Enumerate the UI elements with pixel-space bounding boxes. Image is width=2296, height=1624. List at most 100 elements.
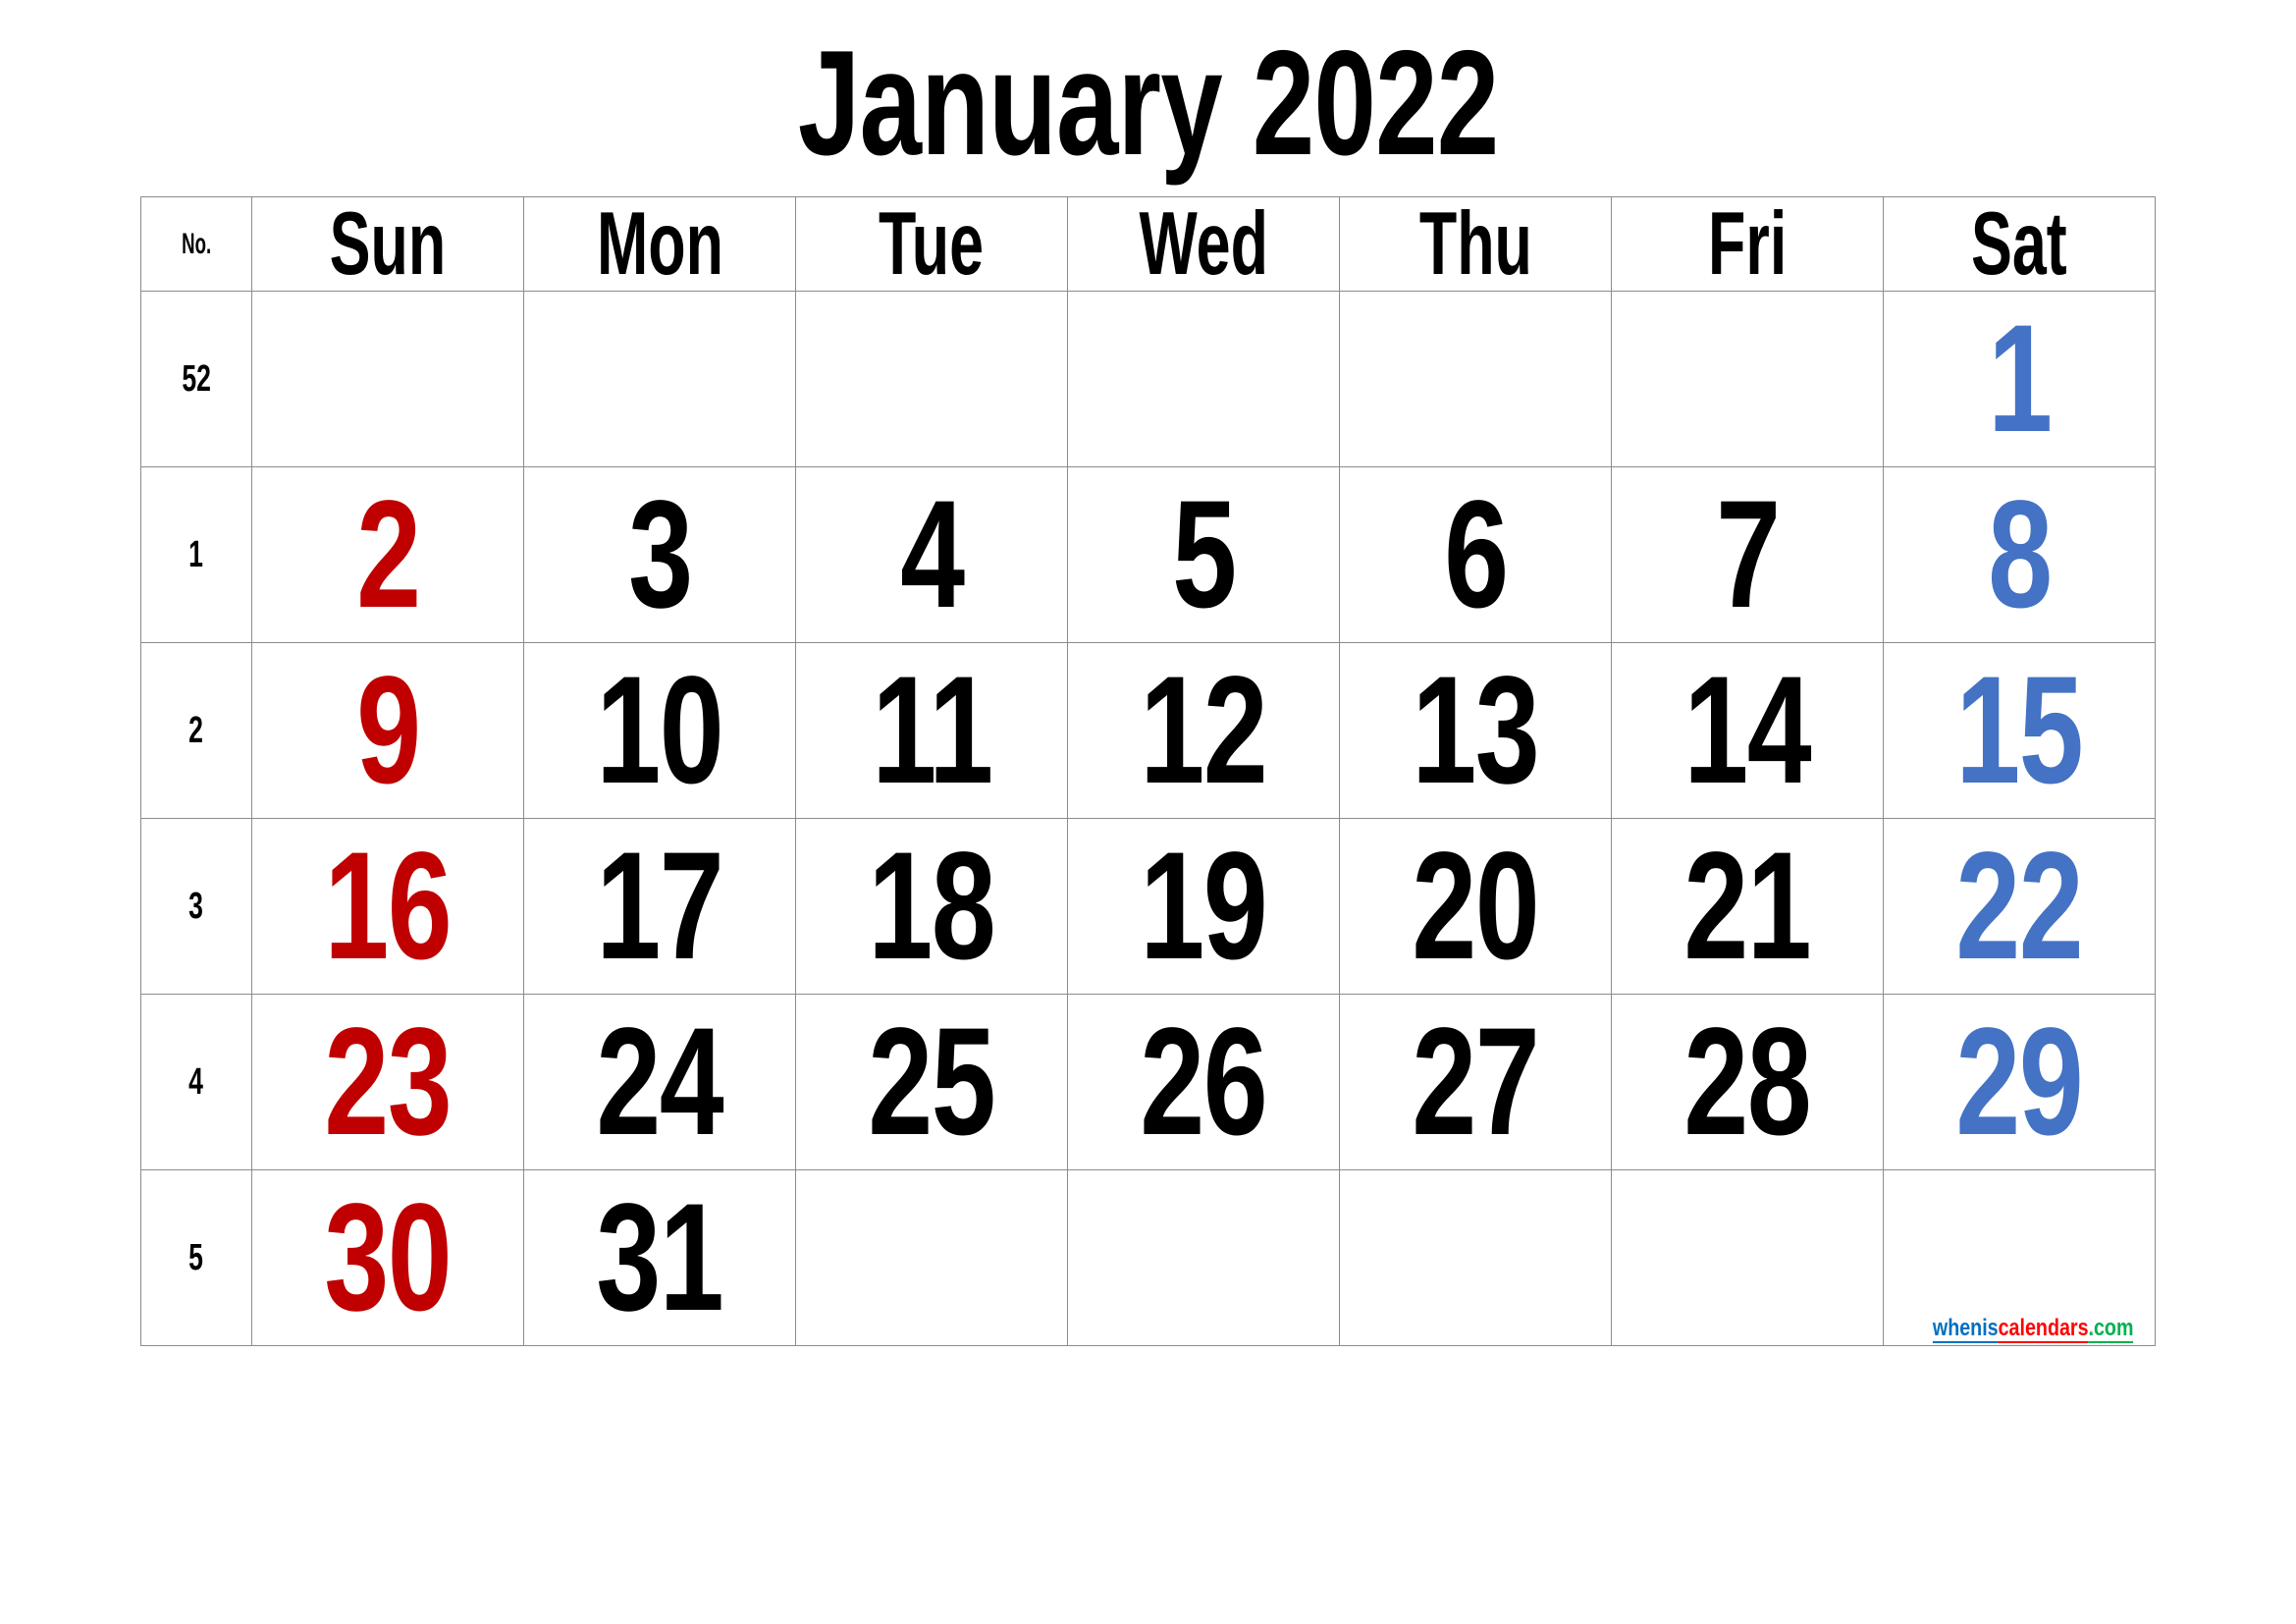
day-header-wed: Wed xyxy=(1067,196,1340,292)
day-number: 24 xyxy=(596,997,724,1167)
day-cell xyxy=(523,291,796,467)
day-cell: 14 xyxy=(1611,642,1884,819)
week-number-cell: 5 xyxy=(140,1169,252,1346)
day-cell: 31 xyxy=(523,1169,796,1346)
day-number: 25 xyxy=(868,997,996,1167)
calendar-title: January 2022 xyxy=(0,20,2296,187)
day-number: 21 xyxy=(1683,821,1812,992)
watermark-part-whenis: whenis xyxy=(1932,1315,1999,1343)
day-number: 19 xyxy=(1140,821,1268,992)
day-number: 28 xyxy=(1683,997,1812,1167)
week-number-cell: 4 xyxy=(140,994,252,1170)
day-cell xyxy=(251,291,524,467)
day-cell: 21 xyxy=(1611,818,1884,995)
week-row: 52 1 xyxy=(140,291,2156,467)
day-number: 23 xyxy=(324,997,453,1167)
day-number: 7 xyxy=(1715,469,1781,640)
day-cell: 2 xyxy=(251,466,524,643)
week-row: 1 2 3 4 5 6 7 8 xyxy=(140,466,2156,643)
day-number: 26 xyxy=(1140,997,1268,1167)
day-number: 15 xyxy=(1955,645,2084,816)
day-cell: 28 xyxy=(1611,994,1884,1170)
day-cell: wheniscalendars.com xyxy=(1883,1169,2156,1346)
day-number: 31 xyxy=(596,1172,724,1343)
day-cell xyxy=(1611,291,1884,467)
day-header-sun: Sun xyxy=(251,196,524,292)
day-number: 11 xyxy=(871,645,993,816)
weekday-header-row: No. Sun Mon Tue Wed Thu Fri Sat xyxy=(140,196,2156,292)
day-header-thu: Thu xyxy=(1339,196,1612,292)
day-cell: 27 xyxy=(1339,994,1612,1170)
day-cell: 10 xyxy=(523,642,796,819)
watermark-link[interactable]: wheniscalendars.com xyxy=(1932,1317,2133,1343)
day-cell: 29 xyxy=(1883,994,2156,1170)
day-cell: 17 xyxy=(523,818,796,995)
day-number: 13 xyxy=(1412,645,1540,816)
week-row: 5 30 31 wheniscalendars.com xyxy=(140,1169,2156,1346)
week-number-header-label: No. xyxy=(182,227,211,260)
day-number: 6 xyxy=(1443,469,1509,640)
week-number: 3 xyxy=(188,886,204,927)
day-cell xyxy=(1339,291,1612,467)
week-number-cell: 52 xyxy=(140,291,252,467)
day-number: 20 xyxy=(1412,821,1540,992)
day-cell: 7 xyxy=(1611,466,1884,643)
day-cell xyxy=(1067,1169,1340,1346)
week-row: 4 23 24 25 26 27 28 29 xyxy=(140,994,2156,1170)
day-number: 29 xyxy=(1955,997,2084,1167)
day-cell: 6 xyxy=(1339,466,1612,643)
watermark-part-com: .com xyxy=(2088,1315,2133,1343)
day-cell: 9 xyxy=(251,642,524,819)
day-number: 2 xyxy=(355,469,421,640)
day-header-mon: Mon xyxy=(523,196,796,292)
week-number: 1 xyxy=(188,534,204,575)
day-number: 12 xyxy=(1140,645,1268,816)
week-number: 5 xyxy=(188,1237,204,1278)
day-number: 10 xyxy=(596,645,724,816)
day-header-label: Tue xyxy=(879,196,985,292)
day-number: 5 xyxy=(1171,469,1237,640)
week-number-cell: 3 xyxy=(140,818,252,995)
week-row: 3 16 17 18 19 20 21 22 xyxy=(140,818,2156,995)
day-number: 22 xyxy=(1955,821,2084,992)
week-row: 2 9 10 11 12 13 14 15 xyxy=(140,642,2156,819)
day-number: 8 xyxy=(1987,469,2053,640)
day-cell xyxy=(1339,1169,1612,1346)
day-number: 17 xyxy=(596,821,724,992)
day-cell: 16 xyxy=(251,818,524,995)
day-number: 30 xyxy=(324,1172,453,1343)
day-cell: 26 xyxy=(1067,994,1340,1170)
week-number-cell: 1 xyxy=(140,466,252,643)
day-number: 9 xyxy=(355,645,421,816)
day-cell: 24 xyxy=(523,994,796,1170)
day-header-label: Mon xyxy=(596,196,723,292)
watermark-part-calendars: calendars xyxy=(1998,1315,2089,1343)
day-cell: 1 xyxy=(1883,291,2156,467)
day-number: 18 xyxy=(868,821,996,992)
day-header-label: Sun xyxy=(329,196,447,292)
day-number: 16 xyxy=(324,821,453,992)
day-cell: 4 xyxy=(795,466,1068,643)
week-number-header: No. xyxy=(140,196,252,292)
day-header-label: Sat xyxy=(1971,196,2067,292)
day-number: 27 xyxy=(1412,997,1540,1167)
day-cell: 15 xyxy=(1883,642,2156,819)
day-cell: 13 xyxy=(1339,642,1612,819)
day-header-sat: Sat xyxy=(1883,196,2156,292)
day-cell: 12 xyxy=(1067,642,1340,819)
day-number: 14 xyxy=(1683,645,1812,816)
day-cell: 19 xyxy=(1067,818,1340,995)
day-header-label: Fri xyxy=(1707,196,1788,292)
day-cell: 20 xyxy=(1339,818,1612,995)
week-number-cell: 2 xyxy=(140,642,252,819)
day-cell: 3 xyxy=(523,466,796,643)
day-header-tue: Tue xyxy=(795,196,1068,292)
day-cell xyxy=(1067,291,1340,467)
day-cell: 11 xyxy=(795,642,1068,819)
month-year-heading: January 2022 xyxy=(797,20,1499,187)
calendar-grid: No. Sun Mon Tue Wed Thu Fri Sat 52 1 1 2… xyxy=(140,196,2156,1346)
day-cell xyxy=(795,1169,1068,1346)
day-cell xyxy=(795,291,1068,467)
day-cell: 30 xyxy=(251,1169,524,1346)
week-number: 4 xyxy=(188,1061,204,1103)
